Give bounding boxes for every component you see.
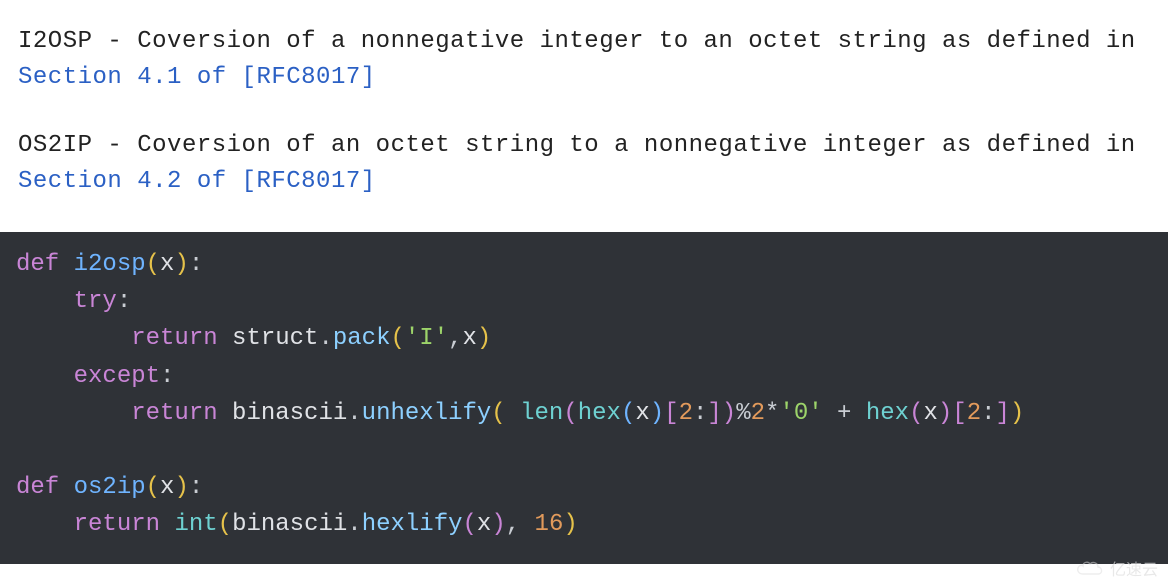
os2ip-name: OS2IP <box>18 132 93 159</box>
fn-os2ip: os2ip <box>74 474 146 501</box>
doc-text: I2OSP - Coversion of a nonnegative integ… <box>0 0 1168 200</box>
str-I: 'I' <box>405 325 448 352</box>
code-block: def i2osp(x): try: return struct.pack('I… <box>0 232 1168 564</box>
rpar: ) <box>491 511 505 538</box>
var-x: x <box>160 251 174 278</box>
colon: : <box>693 400 707 427</box>
i2osp-link[interactable]: Section 4.1 of [RFC8017] <box>18 64 376 91</box>
lpar: ( <box>218 511 232 538</box>
i2osp-desc: Coversion of a nonnegative integer to an… <box>137 28 1135 55</box>
builtin-hex: hex <box>578 400 621 427</box>
lpar: ( <box>146 251 160 278</box>
builtin-int: int <box>174 511 217 538</box>
mod-binascii: binascii <box>232 511 347 538</box>
colon: : <box>189 474 203 501</box>
attr-unhexlify: unhexlify <box>362 400 492 427</box>
rpar: ) <box>477 325 491 352</box>
os2ip-desc: Coversion of an octet string to a nonneg… <box>137 132 1135 159</box>
rpar: ) <box>650 400 664 427</box>
i2osp-name: I2OSP <box>18 28 93 55</box>
builtin-len: len <box>520 400 563 427</box>
num-16: 16 <box>535 511 564 538</box>
colon: : <box>160 363 174 390</box>
builtin-hex: hex <box>866 400 909 427</box>
attr-hexlify: hexlify <box>362 511 463 538</box>
attr-pack: pack <box>333 325 391 352</box>
lpar: ( <box>146 474 160 501</box>
var-x: x <box>477 511 491 538</box>
comma: , <box>448 325 462 352</box>
rbr: ] <box>996 400 1010 427</box>
colon: : <box>117 288 131 315</box>
dot: . <box>318 325 332 352</box>
var-x: x <box>923 400 937 427</box>
i2osp-definition: I2OSP - Coversion of a nonnegative integ… <box>18 24 1150 96</box>
var-x: x <box>463 325 477 352</box>
os2ip-link[interactable]: Section 4.2 of [RFC8017] <box>18 168 376 195</box>
lbr: [ <box>664 400 678 427</box>
lpar: ( <box>463 511 477 538</box>
kw-def: def <box>16 251 59 278</box>
mod-struct: struct <box>232 325 318 352</box>
kw-return: return <box>74 511 160 538</box>
str-zero: '0' <box>779 400 822 427</box>
lpar: ( <box>621 400 635 427</box>
plus: + <box>837 400 851 427</box>
rbr: ] <box>707 400 721 427</box>
kw-return: return <box>131 400 217 427</box>
rpar: ) <box>1010 400 1024 427</box>
lpar: ( <box>909 400 923 427</box>
var-x: x <box>635 400 649 427</box>
colon: : <box>981 400 995 427</box>
lpar: ( <box>390 325 404 352</box>
var-x: x <box>160 474 174 501</box>
star: * <box>765 400 779 427</box>
dot: . <box>347 400 361 427</box>
percent: % <box>736 400 750 427</box>
num-2: 2 <box>751 400 765 427</box>
rpar: ) <box>938 400 952 427</box>
rpar: ) <box>174 474 188 501</box>
slice-2: 2 <box>967 400 981 427</box>
lpar: ( <box>563 400 577 427</box>
dash: - <box>93 132 138 159</box>
os2ip-definition: OS2IP - Coversion of an octet string to … <box>18 128 1150 200</box>
rpar: ) <box>722 400 736 427</box>
dash: - <box>93 28 138 55</box>
kw-return: return <box>131 325 217 352</box>
comma: , <box>506 511 520 538</box>
fn-i2osp: i2osp <box>74 251 146 278</box>
kw-def: def <box>16 474 59 501</box>
slice-2: 2 <box>679 400 693 427</box>
kw-try: try <box>74 288 117 315</box>
dot: . <box>347 511 361 538</box>
lbr: [ <box>952 400 966 427</box>
colon: : <box>189 251 203 278</box>
mod-binascii: binascii <box>232 400 347 427</box>
kw-except: except <box>74 363 160 390</box>
rpar: ) <box>174 251 188 278</box>
lpar: ( <box>491 400 505 427</box>
rpar: ) <box>563 511 577 538</box>
